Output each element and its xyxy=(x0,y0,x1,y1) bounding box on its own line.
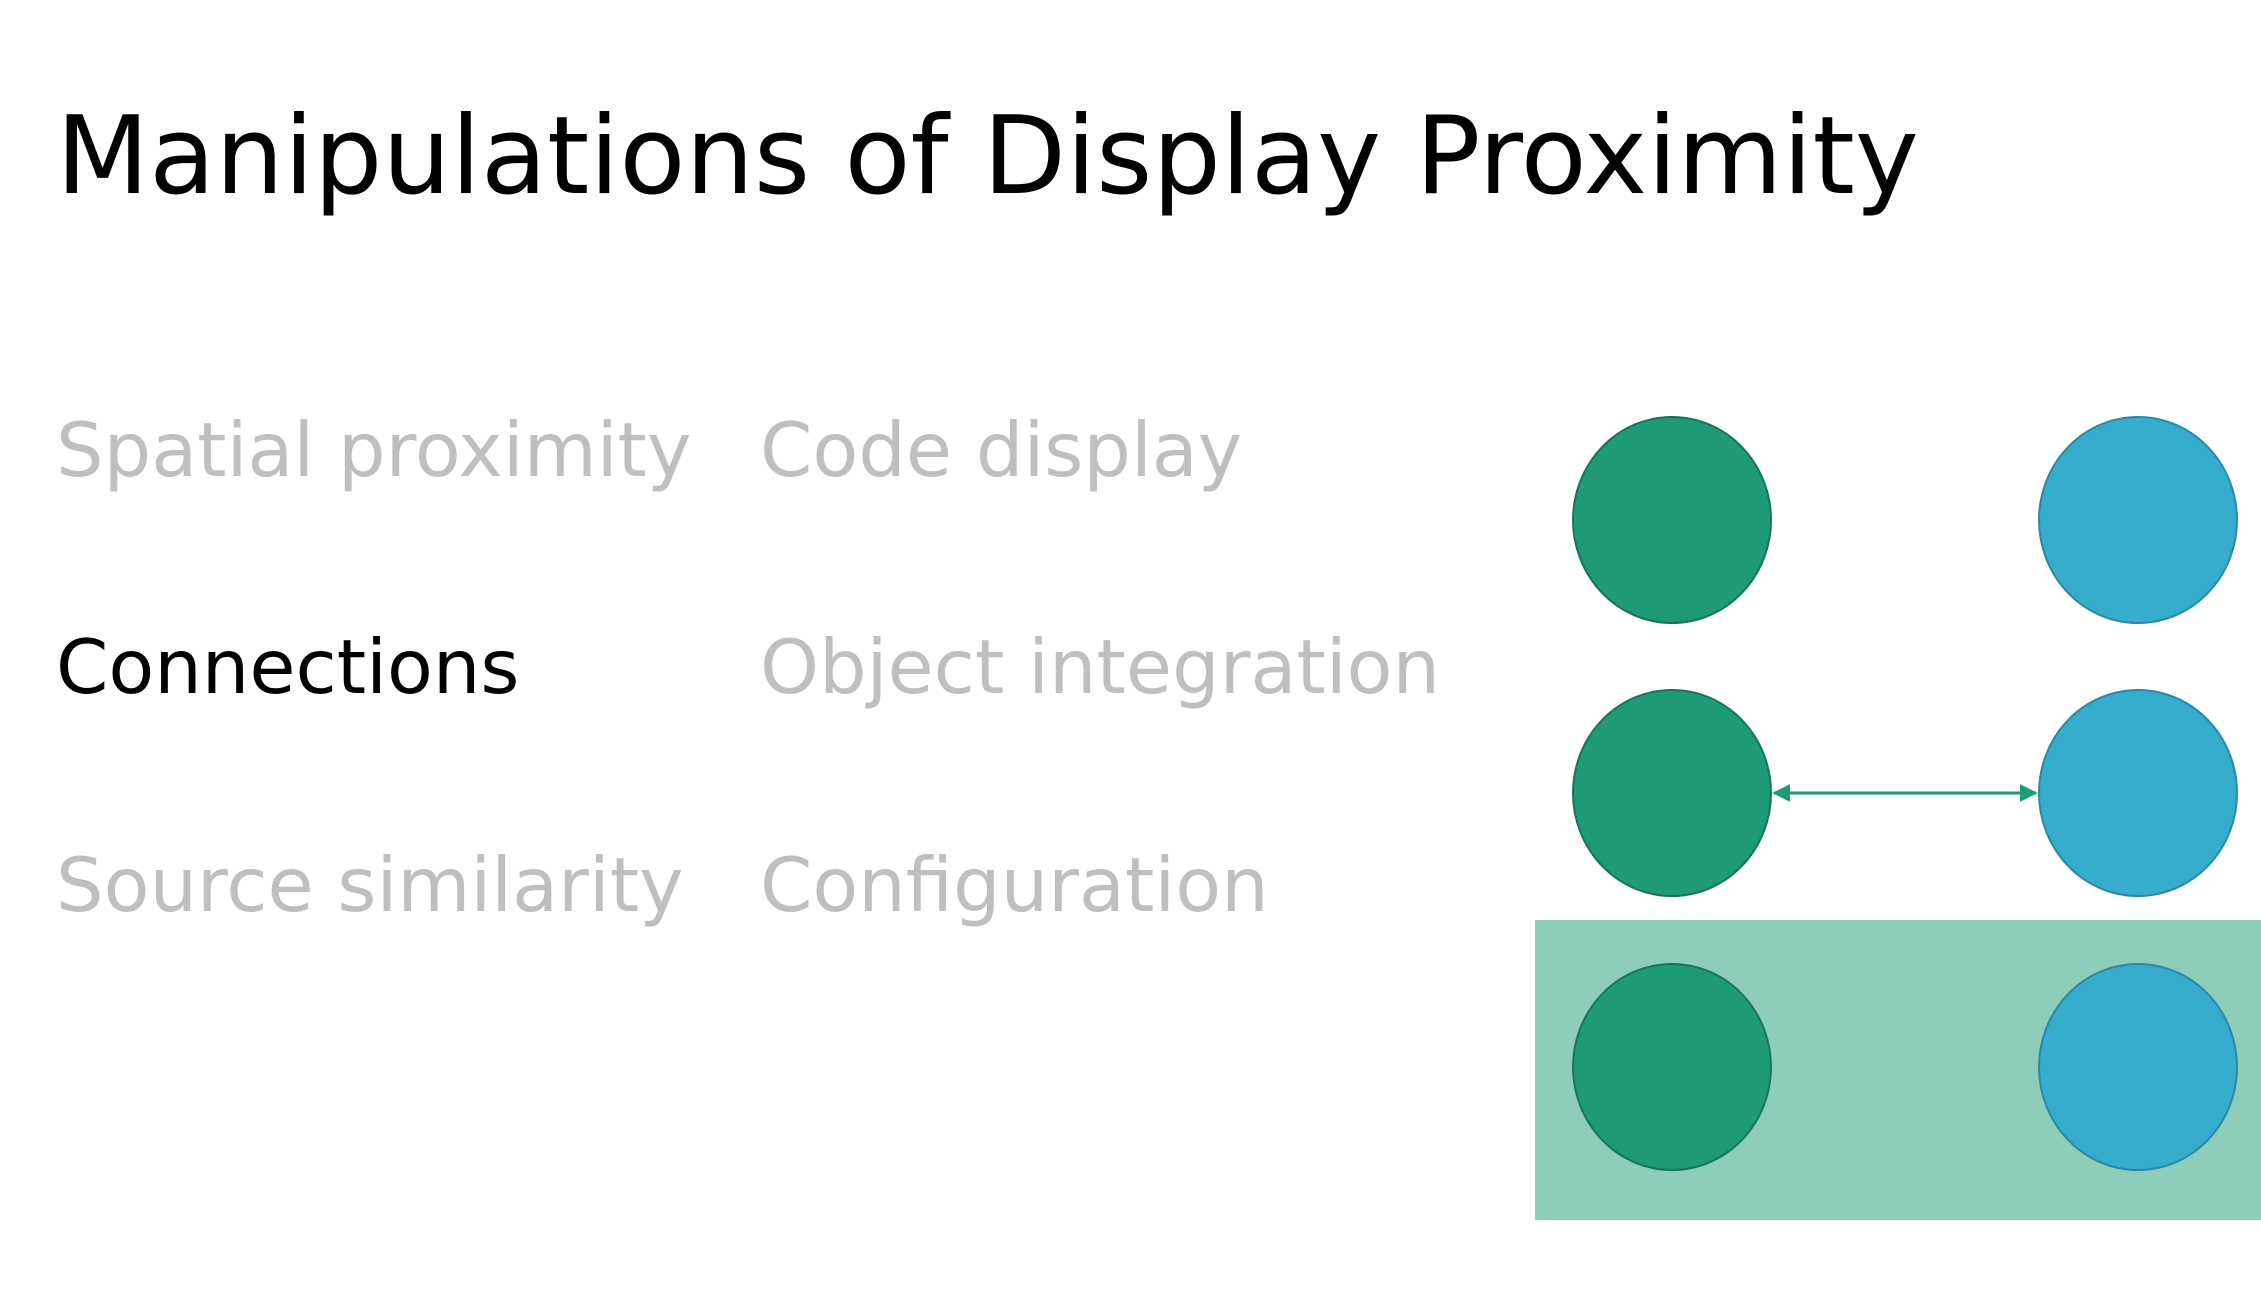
item-spatial-proximity: Spatial proximity xyxy=(56,406,692,494)
proximity-diagram xyxy=(1535,416,2261,1220)
slide: Manipulations of Display Proximity Spati… xyxy=(0,0,2261,1301)
item-source-similarity: Source similarity xyxy=(56,841,684,929)
blue-circle-top xyxy=(2038,416,2238,624)
item-connections: Connections xyxy=(56,623,520,711)
item-code-display: Code display xyxy=(760,406,1243,494)
green-circle-top xyxy=(1572,416,1772,624)
item-object-integration: Object integration xyxy=(760,623,1441,711)
blue-circle-middle xyxy=(2038,689,2238,897)
item-configuration: Configuration xyxy=(760,841,1269,929)
green-circle-bottom xyxy=(1572,963,1772,1171)
green-circle-middle xyxy=(1572,689,1772,897)
slide-title: Manipulations of Display Proximity xyxy=(56,94,1919,219)
blue-circle-bottom xyxy=(2038,963,2238,1171)
